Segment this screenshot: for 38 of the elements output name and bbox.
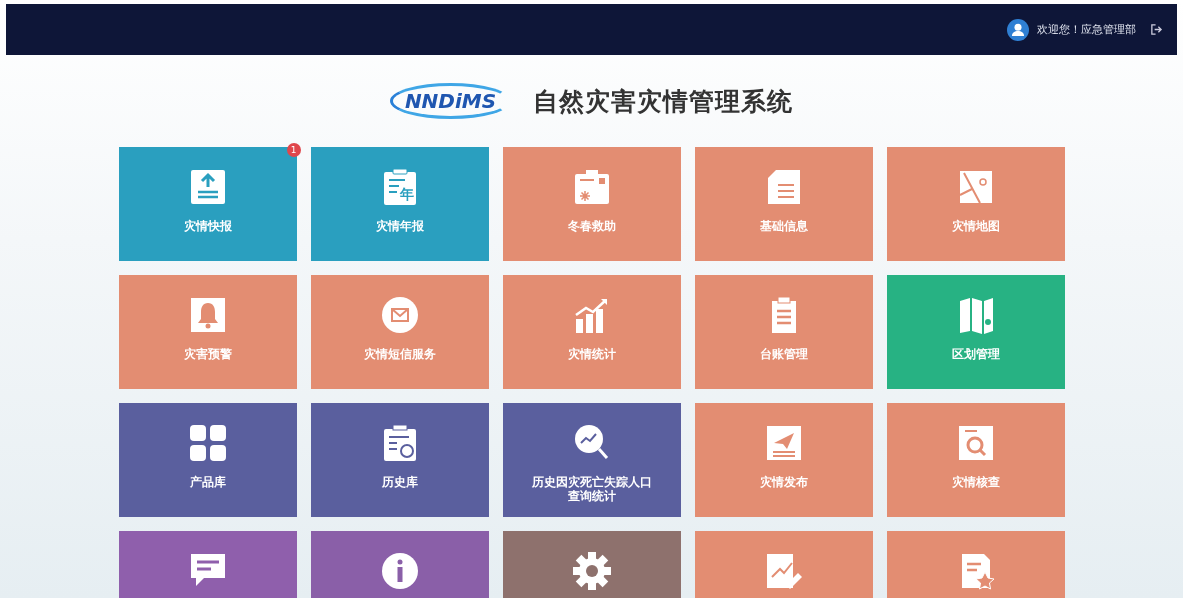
page-title: 自然灾害灾情管理系统 <box>533 85 794 118</box>
tile-label: 灾情核查 <box>951 475 1000 490</box>
tile-label: 灾情统计 <box>567 347 616 362</box>
module-tile[interactable]: 灾情短信服务 <box>310 275 489 389</box>
module-tile[interactable]: 冬春救助 <box>502 147 681 261</box>
tile-label: 历史库 <box>381 475 418 490</box>
tile-label: 灾情快报 <box>183 219 232 234</box>
module-tile[interactable]: 灾情核查 <box>886 403 1065 517</box>
tile-label: 冬春救助 <box>567 219 616 234</box>
info-icon <box>379 551 420 591</box>
module-tile[interactable]: 灾情统计 <box>502 275 681 389</box>
mail-icon <box>379 295 420 335</box>
module-tile[interactable]: 历史库 <box>310 403 489 517</box>
greeting-text: 欢迎您！应急管理部 <box>1037 22 1136 37</box>
user-icon <box>1007 18 1029 41</box>
tile-label: 产品库 <box>189 475 226 490</box>
tile-label: 灾情短信服务 <box>363 347 436 362</box>
tile-label: 灾情地图 <box>951 219 1000 234</box>
tile-label: 台账管理 <box>759 347 808 362</box>
module-tile[interactable]: 台账管理 <box>694 275 873 389</box>
tile-label: 历史因灾死亡失踪人口查询统计 <box>530 475 653 504</box>
tile-label: 区划管理 <box>951 347 1000 362</box>
module-tile[interactable]: 区划管理 <box>886 275 1065 389</box>
tile-label: 灾情年报 <box>375 219 424 234</box>
module-tile[interactable]: 年 灾情年报 <box>310 147 489 261</box>
grid-icon <box>187 423 228 463</box>
module-tile[interactable]: 产品库 <box>118 403 297 517</box>
module-tile[interactable]: 灾情地图 <box>886 147 1065 261</box>
module-tile[interactable]: 历史因灾死亡失踪人口查询统计 <box>502 403 681 517</box>
tile-label: 灾情发布 <box>759 475 808 490</box>
module-tile[interactable]: 灾害预警 <box>118 275 297 389</box>
settings-icon <box>571 551 612 591</box>
module-tile[interactable]: 基础信息 <box>694 147 873 261</box>
tile-label: 灾害预警 <box>183 347 232 362</box>
tile-label: 基础信息 <box>759 219 808 234</box>
logout-icon[interactable] <box>1150 23 1163 36</box>
notification-badge: 1 <box>286 143 301 157</box>
module-tile[interactable]: 灾情发布 <box>694 403 873 517</box>
